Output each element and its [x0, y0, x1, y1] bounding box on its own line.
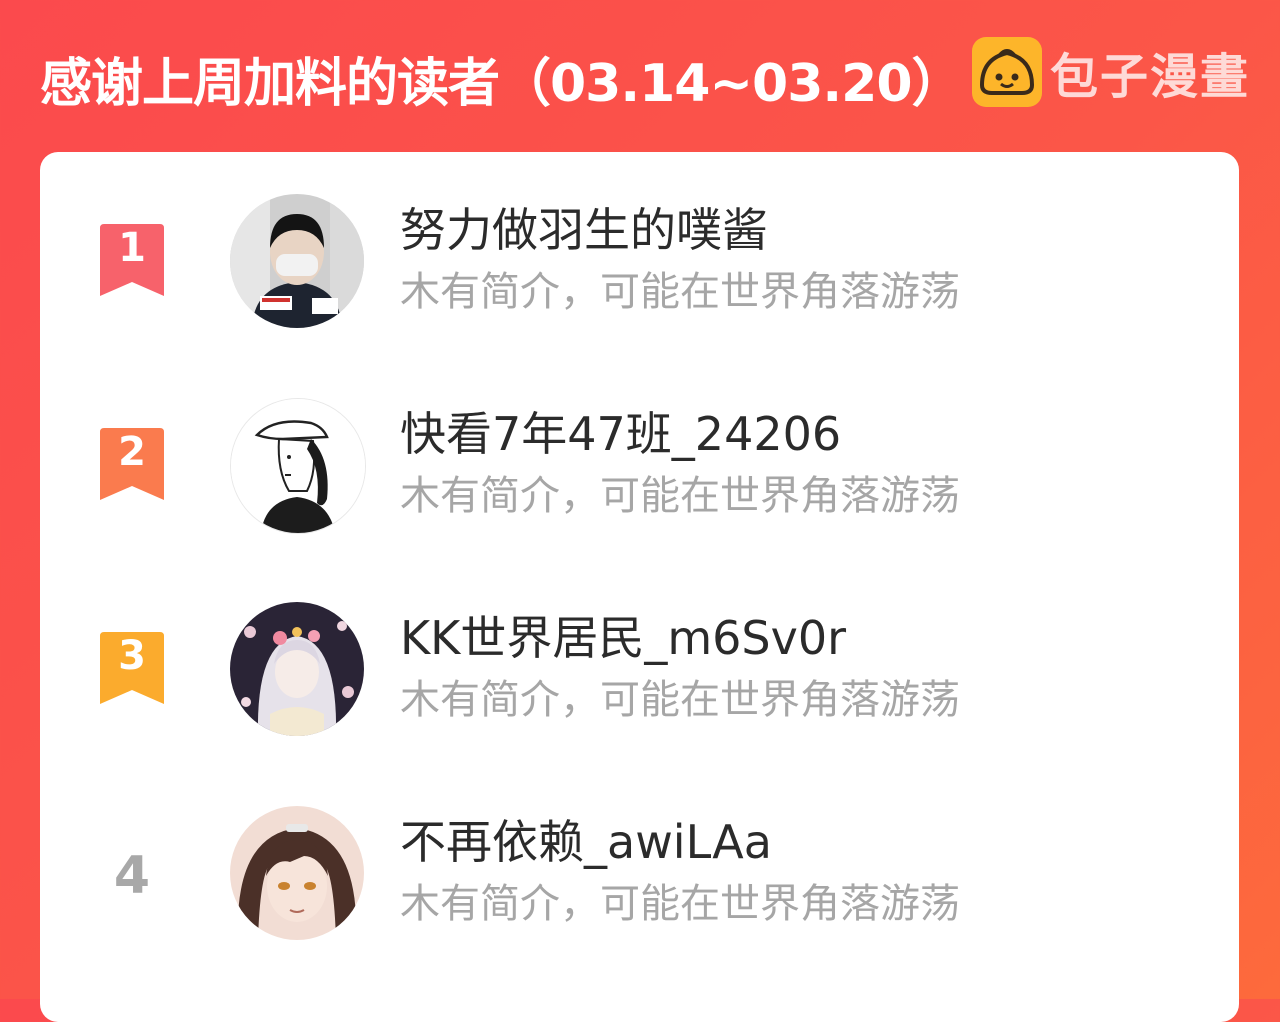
reader-nickname: 快看7年47班_24206 [400, 407, 842, 461]
bun-mascot-icon [972, 37, 1042, 107]
list-item[interactable]: 2 快看7年47班_24206 木有简介，可能在世界角落游荡 [40, 398, 1239, 538]
rank-ribbon-badge: 2 [98, 428, 166, 500]
avatar[interactable] [230, 398, 366, 534]
rank-number: 2 [118, 429, 146, 475]
list-item[interactable]: 1 努力做羽生的噗酱 木有简介，可能在世界角落游荡 [40, 194, 1239, 334]
reader-bio: 木有简介，可能在世界角落游荡 [400, 473, 960, 519]
reader-bio: 木有简介，可能在世界角落游荡 [400, 677, 960, 723]
reader-nickname: 努力做羽生的噗酱 [400, 203, 768, 257]
avatar[interactable] [230, 806, 364, 940]
avatar[interactable] [230, 194, 364, 328]
brand-name: 包子漫畫 [1050, 49, 1251, 105]
rank-ribbon-badge: 3 [98, 632, 166, 704]
rank-ribbon-badge: 1 [98, 224, 166, 296]
page-title: 感谢上周加料的读者（03.14~03.20） [40, 54, 964, 114]
reader-nickname: KK世界居民_m6Sv0r [400, 611, 847, 665]
reader-nickname: 不再依赖_awiLAa [400, 815, 772, 869]
reader-bio: 木有简介，可能在世界角落游荡 [400, 881, 960, 927]
reader-bio: 木有简介，可能在世界角落游荡 [400, 269, 960, 315]
brand-watermark: 包子漫畫 [972, 36, 1250, 108]
list-item[interactable]: 4 不再依赖_awiLAa 木有简介，可能在世界角落游荡 [40, 806, 1239, 946]
list-item[interactable]: 3 KK世界居民_m6Sv0r 木有简介，可能在世界角落游荡 [40, 602, 1239, 742]
reader-list-card: 1 努力做羽生的噗酱 木有简介，可能在世界角落游荡 2 快看7年47班_2420… [40, 152, 1239, 1022]
avatar[interactable] [230, 602, 364, 736]
rank-number: 1 [118, 225, 146, 271]
rank-number: 3 [118, 633, 146, 679]
rank-number: 4 [113, 846, 151, 906]
